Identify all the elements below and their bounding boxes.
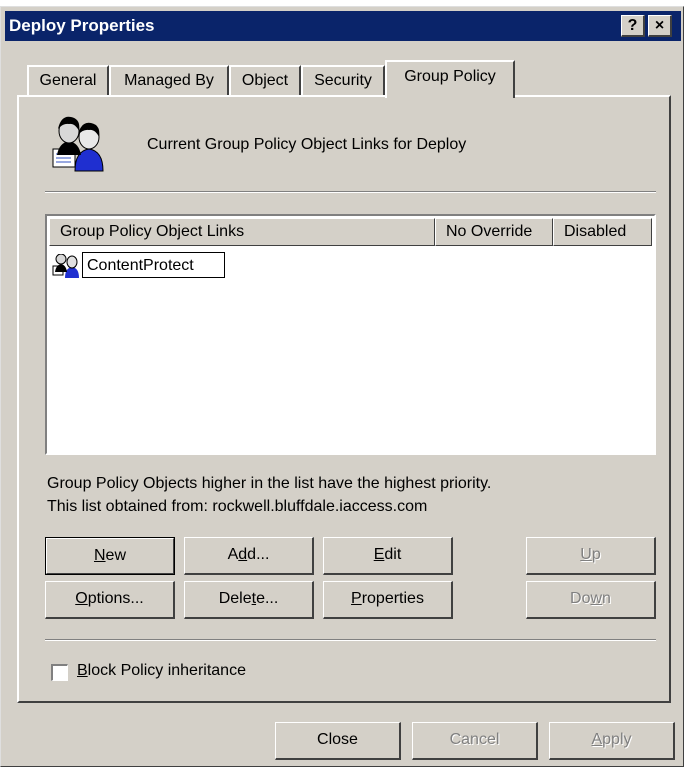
new-button[interactable]: New <box>45 537 175 575</box>
divider <box>45 639 656 641</box>
list-source-text: This list obtained from: rockwell.bluffd… <box>47 498 428 515</box>
edit-button[interactable]: Edit <box>323 537 453 575</box>
down-button[interactable]: Down <box>526 581 656 619</box>
tab-group-policy[interactable]: Group Policy <box>385 60 515 98</box>
apply-button[interactable]: Apply <box>549 722 675 760</box>
help-button[interactable]: ? <box>621 15 645 37</box>
gpo-link-icon <box>51 253 81 283</box>
divider <box>45 191 656 193</box>
gpo-users-icon <box>45 115 105 178</box>
gpo-links-list[interactable]: Group Policy Object Links No Override Di… <box>45 214 656 455</box>
column-header-links[interactable]: Group Policy Object Links <box>49 218 435 246</box>
tab-managed-by[interactable]: Managed By <box>109 65 229 95</box>
add-button[interactable]: Add... <box>184 537 314 575</box>
close-button[interactable]: Close <box>275 722 401 760</box>
title-bar: Deploy Properties ? × <box>5 11 681 41</box>
block-inheritance-checkbox[interactable] <box>51 664 68 681</box>
properties-button[interactable]: Properties <box>323 581 453 619</box>
column-header-disabled[interactable]: Disabled <box>553 218 652 246</box>
gpo-link-name[interactable]: ContentProtect <box>82 252 225 278</box>
tab-security[interactable]: Security <box>301 65 385 95</box>
tab-object[interactable]: Object <box>229 65 301 95</box>
list-item[interactable]: ContentProtect <box>51 252 251 280</box>
close-icon[interactable]: × <box>648 15 672 37</box>
options-button[interactable]: Options... <box>45 581 175 619</box>
block-inheritance-label[interactable]: Block Policy inheritance <box>77 662 246 680</box>
priority-info-text: Group Policy Objects higher in the list … <box>47 475 492 492</box>
properties-dialog: Deploy Properties ? × General Managed By… <box>0 6 684 767</box>
up-button[interactable]: Up <box>526 537 656 575</box>
column-header-no-override[interactable]: No Override <box>435 218 553 246</box>
tab-general[interactable]: General <box>27 65 109 95</box>
cancel-button[interactable]: Cancel <box>412 722 538 760</box>
header-text: Current Group Policy Object Links for De… <box>147 136 467 153</box>
delete-button[interactable]: Delete... <box>184 581 314 619</box>
window-title: Deploy Properties <box>9 16 155 35</box>
